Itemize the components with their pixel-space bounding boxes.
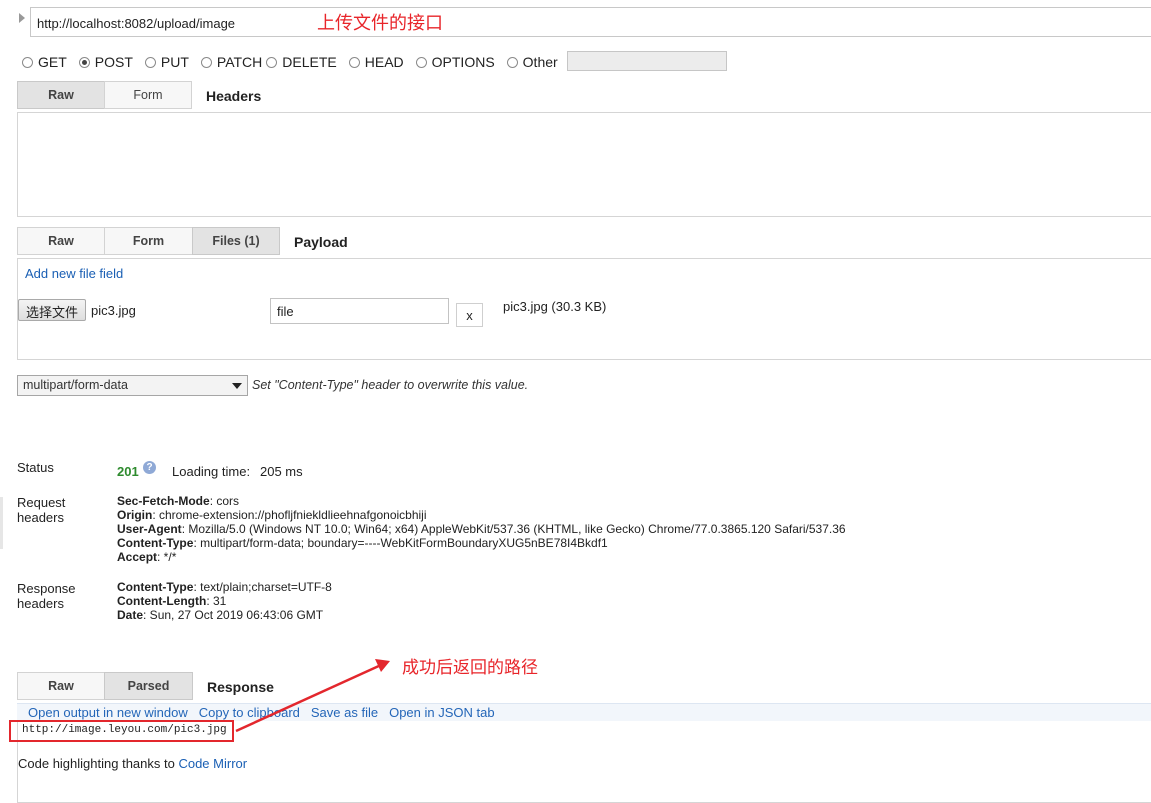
annotation-arrow [235,659,390,733]
arrow-line [235,663,382,733]
code-highlight-credit: Code highlighting thanks to Code Mirror [18,756,248,771]
code-mirror-link[interactable]: Code Mirror [178,756,247,771]
